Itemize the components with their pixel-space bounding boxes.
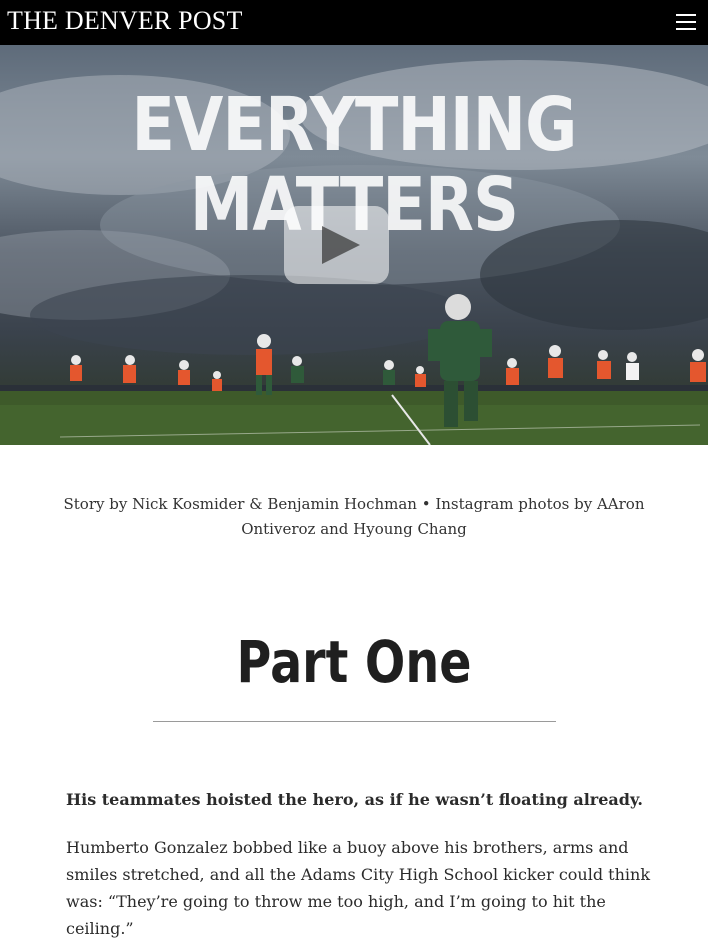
denver-post-logo[interactable]: THE DENVER POST (7, 7, 243, 35)
play-icon (322, 226, 360, 264)
hero-video[interactable]: EVERYTHING MATTERS (0, 45, 708, 445)
byline: Story by Nick Kosmider & Benjamin Hochma… (63, 495, 645, 538)
section-title: Part One (236, 628, 472, 696)
lead-sentence: His teammates hoisted the hero, as if he… (66, 790, 643, 809)
article-paragraph: Humberto Gonzalez bobbed like a buoy abo… (66, 838, 651, 938)
top-bar: THE DENVER POST (0, 0, 708, 45)
play-button[interactable] (284, 206, 389, 284)
hamburger-menu-icon[interactable] (676, 14, 696, 31)
divider (153, 721, 556, 722)
